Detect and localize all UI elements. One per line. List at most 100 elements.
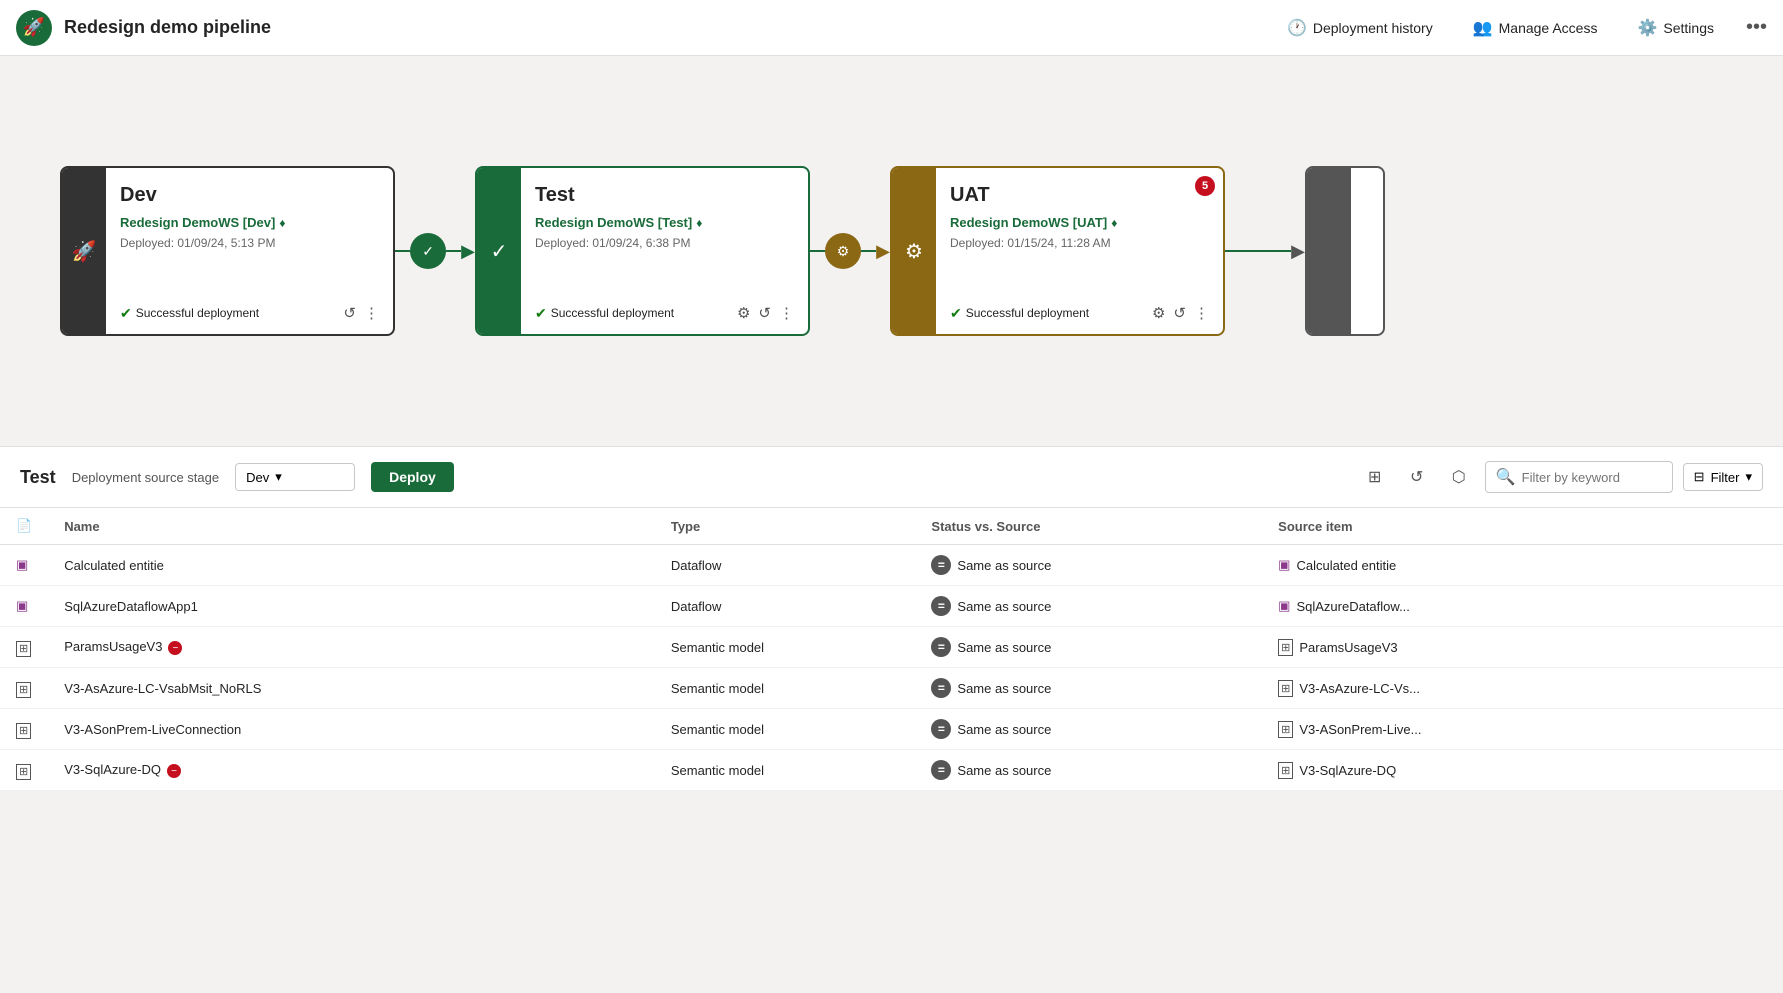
dev-status-badge: ✔ Successful deployment xyxy=(120,305,259,322)
dev-more-icon[interactable]: ⋮ xyxy=(364,304,379,322)
partial-body xyxy=(1351,168,1383,334)
dev-workspace-link[interactable]: Redesign DemoWS [Dev] ♦ xyxy=(120,215,379,230)
dev-card-body: Dev Redesign DemoWS [Dev] ♦ Deployed: 01… xyxy=(106,168,393,334)
arrow-line-2 xyxy=(810,250,825,252)
bottom-header-right: ⊞ ↺ ⬡ 🔍 ⊟ Filter ▾ xyxy=(1359,461,1763,493)
semantic-icon: ⊞ xyxy=(1278,639,1293,656)
row-name: V3-AsAzure-LC-VsabMsit_NoRLS xyxy=(48,668,655,709)
row-status: = Same as source xyxy=(915,709,1262,750)
arrow-line-2b xyxy=(861,250,876,252)
equal-icon: = xyxy=(931,760,951,780)
uat-more-icon[interactable]: ⋮ xyxy=(1194,304,1209,322)
arrow-right-2: ▶ xyxy=(876,241,890,262)
deploy-button[interactable]: Deploy xyxy=(371,462,454,492)
deployment-history-label: Deployment history xyxy=(1313,20,1433,36)
semantic-icon: ⊞ xyxy=(1278,721,1293,738)
chevron-down-icon: ▾ xyxy=(275,469,282,485)
row-status: = Same as source xyxy=(915,586,1262,627)
row-status: = Same as source xyxy=(915,627,1262,668)
settings-button[interactable]: ⚙️ Settings xyxy=(1629,12,1722,44)
col-check: 📄 xyxy=(0,508,48,545)
test-sidebar-icon: ✓ xyxy=(491,239,508,264)
semantic-icon: ⊞ xyxy=(16,764,31,780)
dev-stage-name: Dev xyxy=(120,184,379,207)
table-row: ▣ Calculated entitie Dataflow = Same as … xyxy=(0,545,1783,586)
uat-status-icon: ✔ xyxy=(950,305,962,322)
row-check-col: ⊞ xyxy=(0,750,48,791)
row-type: Dataflow xyxy=(655,545,916,586)
test-status-icon: ✔ xyxy=(535,305,547,322)
row-check-col: ▣ xyxy=(0,545,48,586)
arrow-line-3 xyxy=(1225,250,1258,252)
row-source: ▣ Calculated entitie xyxy=(1262,545,1783,586)
row-check-col: ⊞ xyxy=(0,709,48,750)
page-title: Redesign demo pipeline xyxy=(64,17,271,38)
semantic-icon: ⊞ xyxy=(1278,762,1293,779)
arrow-circle-2: ⚙ xyxy=(825,233,861,269)
stage-card-dev: 🚀 Dev Redesign DemoWS [Dev] ♦ Deployed: … xyxy=(60,166,395,336)
grid-view-icon[interactable]: ⊞ xyxy=(1359,461,1391,493)
dev-sidebar-icon: 🚀 xyxy=(72,239,97,264)
table-row: ⊞ V3-AsAzure-LC-VsabMsit_NoRLS Semantic … xyxy=(0,668,1783,709)
bottom-header: Test Deployment source stage Dev ▾ Deplo… xyxy=(0,447,1783,508)
col-source-header: Source item xyxy=(1262,508,1783,545)
uat-footer: ✔ Successful deployment ⚙ ↺ ⋮ xyxy=(950,304,1209,322)
filter-label: Filter xyxy=(1711,470,1740,485)
uat-status-badge: ✔ Successful deployment xyxy=(950,305,1089,322)
uat-workspace-name: Redesign DemoWS [UAT] xyxy=(950,215,1107,230)
test-history-icon[interactable]: ↺ xyxy=(758,304,771,322)
equal-icon: = xyxy=(931,719,951,739)
test-workspace-link[interactable]: Redesign DemoWS [Test] ♦ xyxy=(535,215,794,230)
test-assign-icon[interactable]: ⚙ xyxy=(737,304,750,322)
settings-icon: ⚙️ xyxy=(1637,18,1657,38)
app-icon: 🚀 xyxy=(16,10,52,46)
items-table: 📄 Name Type Status vs. Source Source ite… xyxy=(0,508,1783,791)
more-options-button[interactable]: ••• xyxy=(1746,16,1767,39)
partial-sidebar xyxy=(1307,168,1351,334)
table-row: ▣ SqlAzureDataflowApp1 Dataflow = Same a… xyxy=(0,586,1783,627)
row-source: ⊞ V3-SqlAzure-DQ xyxy=(1262,750,1783,791)
arrow-line-3b xyxy=(1258,250,1291,252)
bottom-panel: Test Deployment source stage Dev ▾ Deplo… xyxy=(0,446,1783,791)
dev-footer: ✔ Successful deployment ↺ ⋮ xyxy=(120,304,379,322)
uat-history-icon[interactable]: ↺ xyxy=(1173,304,1186,322)
uat-diamond-icon: ♦ xyxy=(1111,216,1117,230)
row-type: Dataflow xyxy=(655,586,916,627)
row-status: = Same as source xyxy=(915,750,1262,791)
row-name: Calculated entitie xyxy=(48,545,655,586)
people-icon: 👥 xyxy=(1473,18,1493,38)
keyword-filter-input[interactable]: 🔍 xyxy=(1485,461,1673,493)
row-check-col: ⊞ xyxy=(0,668,48,709)
source-stage-value: Dev xyxy=(246,470,269,485)
stage-card-test: ✓ Test Redesign DemoWS [Test] ♦ Deployed… xyxy=(475,166,810,336)
bottom-stage-name: Test xyxy=(20,467,56,488)
semantic-icon: ⊞ xyxy=(16,723,31,739)
dev-history-icon[interactable]: ↺ xyxy=(343,304,356,322)
filter-button[interactable]: ⊟ Filter ▾ xyxy=(1683,463,1763,491)
arrow-line-1 xyxy=(395,250,410,252)
uat-footer-actions: ⚙ ↺ ⋮ xyxy=(1152,304,1209,322)
search-field[interactable] xyxy=(1522,470,1662,485)
stage-card-partial xyxy=(1305,166,1385,336)
dataflow-icon: ▣ xyxy=(16,598,28,613)
uat-workspace-link[interactable]: Redesign DemoWS [UAT] ♦ xyxy=(950,215,1209,230)
arrow-line-1b xyxy=(446,250,461,252)
row-type: Semantic model xyxy=(655,750,916,791)
deployment-history-button[interactable]: 🕐 Deployment history xyxy=(1279,12,1441,44)
row-type: Semantic model xyxy=(655,668,916,709)
col-type-header: Type xyxy=(655,508,916,545)
settings-label: Settings xyxy=(1663,20,1714,36)
source-stage-select[interactable]: Dev ▾ xyxy=(235,463,355,491)
dataflow-icon: ▣ xyxy=(1278,557,1290,573)
test-status-badge: ✔ Successful deployment xyxy=(535,305,674,322)
manage-access-button[interactable]: 👥 Manage Access xyxy=(1465,12,1606,44)
share-icon[interactable]: ⬡ xyxy=(1443,461,1475,493)
row-status: = Same as source xyxy=(915,668,1262,709)
dataflow-icon: ▣ xyxy=(16,557,28,572)
row-status: = Same as source xyxy=(915,545,1262,586)
test-sidebar: ✓ xyxy=(477,168,521,334)
uat-assign-icon[interactable]: ⚙ xyxy=(1152,304,1165,322)
top-nav: 🚀 Redesign demo pipeline 🕐 Deployment hi… xyxy=(0,0,1783,56)
refresh-icon[interactable]: ↺ xyxy=(1401,461,1433,493)
test-more-icon[interactable]: ⋮ xyxy=(779,304,794,322)
